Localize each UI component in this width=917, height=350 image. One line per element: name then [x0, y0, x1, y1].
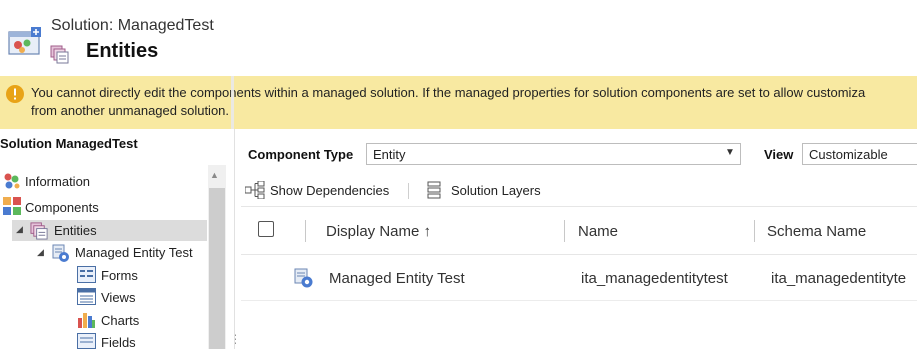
scroll-up-arrow-icon[interactable]: ▲ [210, 170, 219, 180]
warning-divider [231, 76, 234, 129]
charts-icon [78, 313, 95, 328]
forms-icon [77, 266, 96, 283]
tree-item-entities[interactable]: Entities [54, 223, 97, 238]
cell-display-name[interactable]: Managed Entity Test [329, 270, 465, 287]
cell-schema-name: ita_managedentityte [771, 270, 907, 287]
fields-icon [77, 333, 96, 349]
show-dependencies-button[interactable]: Show Dependencies [270, 183, 389, 198]
column-header-schema-name[interactable]: Schema Name [767, 223, 866, 240]
column-separator [305, 220, 306, 242]
components-icon [3, 197, 21, 215]
view-value[interactable]: Customizable [809, 147, 888, 162]
entity-gear-icon [52, 244, 69, 262]
tree-item-managed-entity-test[interactable]: Managed Entity Test [75, 245, 193, 260]
warning-text-line1: You cannot directly edit the components … [31, 85, 866, 100]
entities-icon [50, 45, 69, 64]
tree-item-information[interactable]: Information [25, 174, 90, 189]
views-icon [77, 288, 96, 305]
select-all-checkbox[interactable] [258, 221, 274, 237]
view-label: View [764, 147, 794, 162]
pane-splitter-handle[interactable]: ⋮ [229, 332, 241, 346]
page-title: Entities [86, 40, 159, 62]
tree-item-forms[interactable]: Forms [101, 268, 138, 283]
solution-title: Solution: ManagedTest [51, 17, 214, 34]
component-type-select[interactable] [366, 143, 741, 165]
tree-expander-managed-entity[interactable]: ◢ [37, 247, 44, 258]
solution-layers-icon [427, 181, 441, 199]
entities-tree-icon [30, 222, 48, 240]
tree-expander-entities[interactable]: ◢ [16, 224, 23, 235]
toolbar-separator [408, 183, 409, 199]
column-header-name[interactable]: Name [578, 223, 618, 240]
tree-item-charts[interactable]: Charts [101, 313, 139, 328]
warning-icon [6, 85, 24, 103]
tree-item-components[interactable]: Components [25, 200, 99, 215]
component-type-label: Component Type [248, 147, 354, 162]
component-type-value[interactable]: Entity [373, 147, 406, 162]
column-separator [754, 220, 755, 242]
solution-icon [8, 27, 41, 55]
tree-scrollbar-thumb[interactable] [209, 188, 225, 349]
dependencies-icon [245, 181, 265, 199]
tree-item-fields[interactable]: Fields [101, 335, 136, 350]
tree-item-views[interactable]: Views [101, 290, 135, 305]
column-separator [564, 220, 565, 242]
tree-border [234, 129, 235, 349]
warning-text-line2: from another unmanaged solution. [31, 103, 230, 118]
information-icon [4, 173, 20, 189]
solution-layers-button[interactable]: Solution Layers [451, 183, 541, 198]
entity-gear-icon [294, 268, 313, 288]
column-header-display-name[interactable]: Display Name ↑ [326, 223, 431, 240]
page-header [0, 0, 917, 76]
tree-title: Solution ManagedTest [0, 136, 138, 151]
dropdown-arrow-icon[interactable]: ▼ [725, 147, 735, 158]
cell-name: ita_managedentitytest [581, 270, 728, 287]
